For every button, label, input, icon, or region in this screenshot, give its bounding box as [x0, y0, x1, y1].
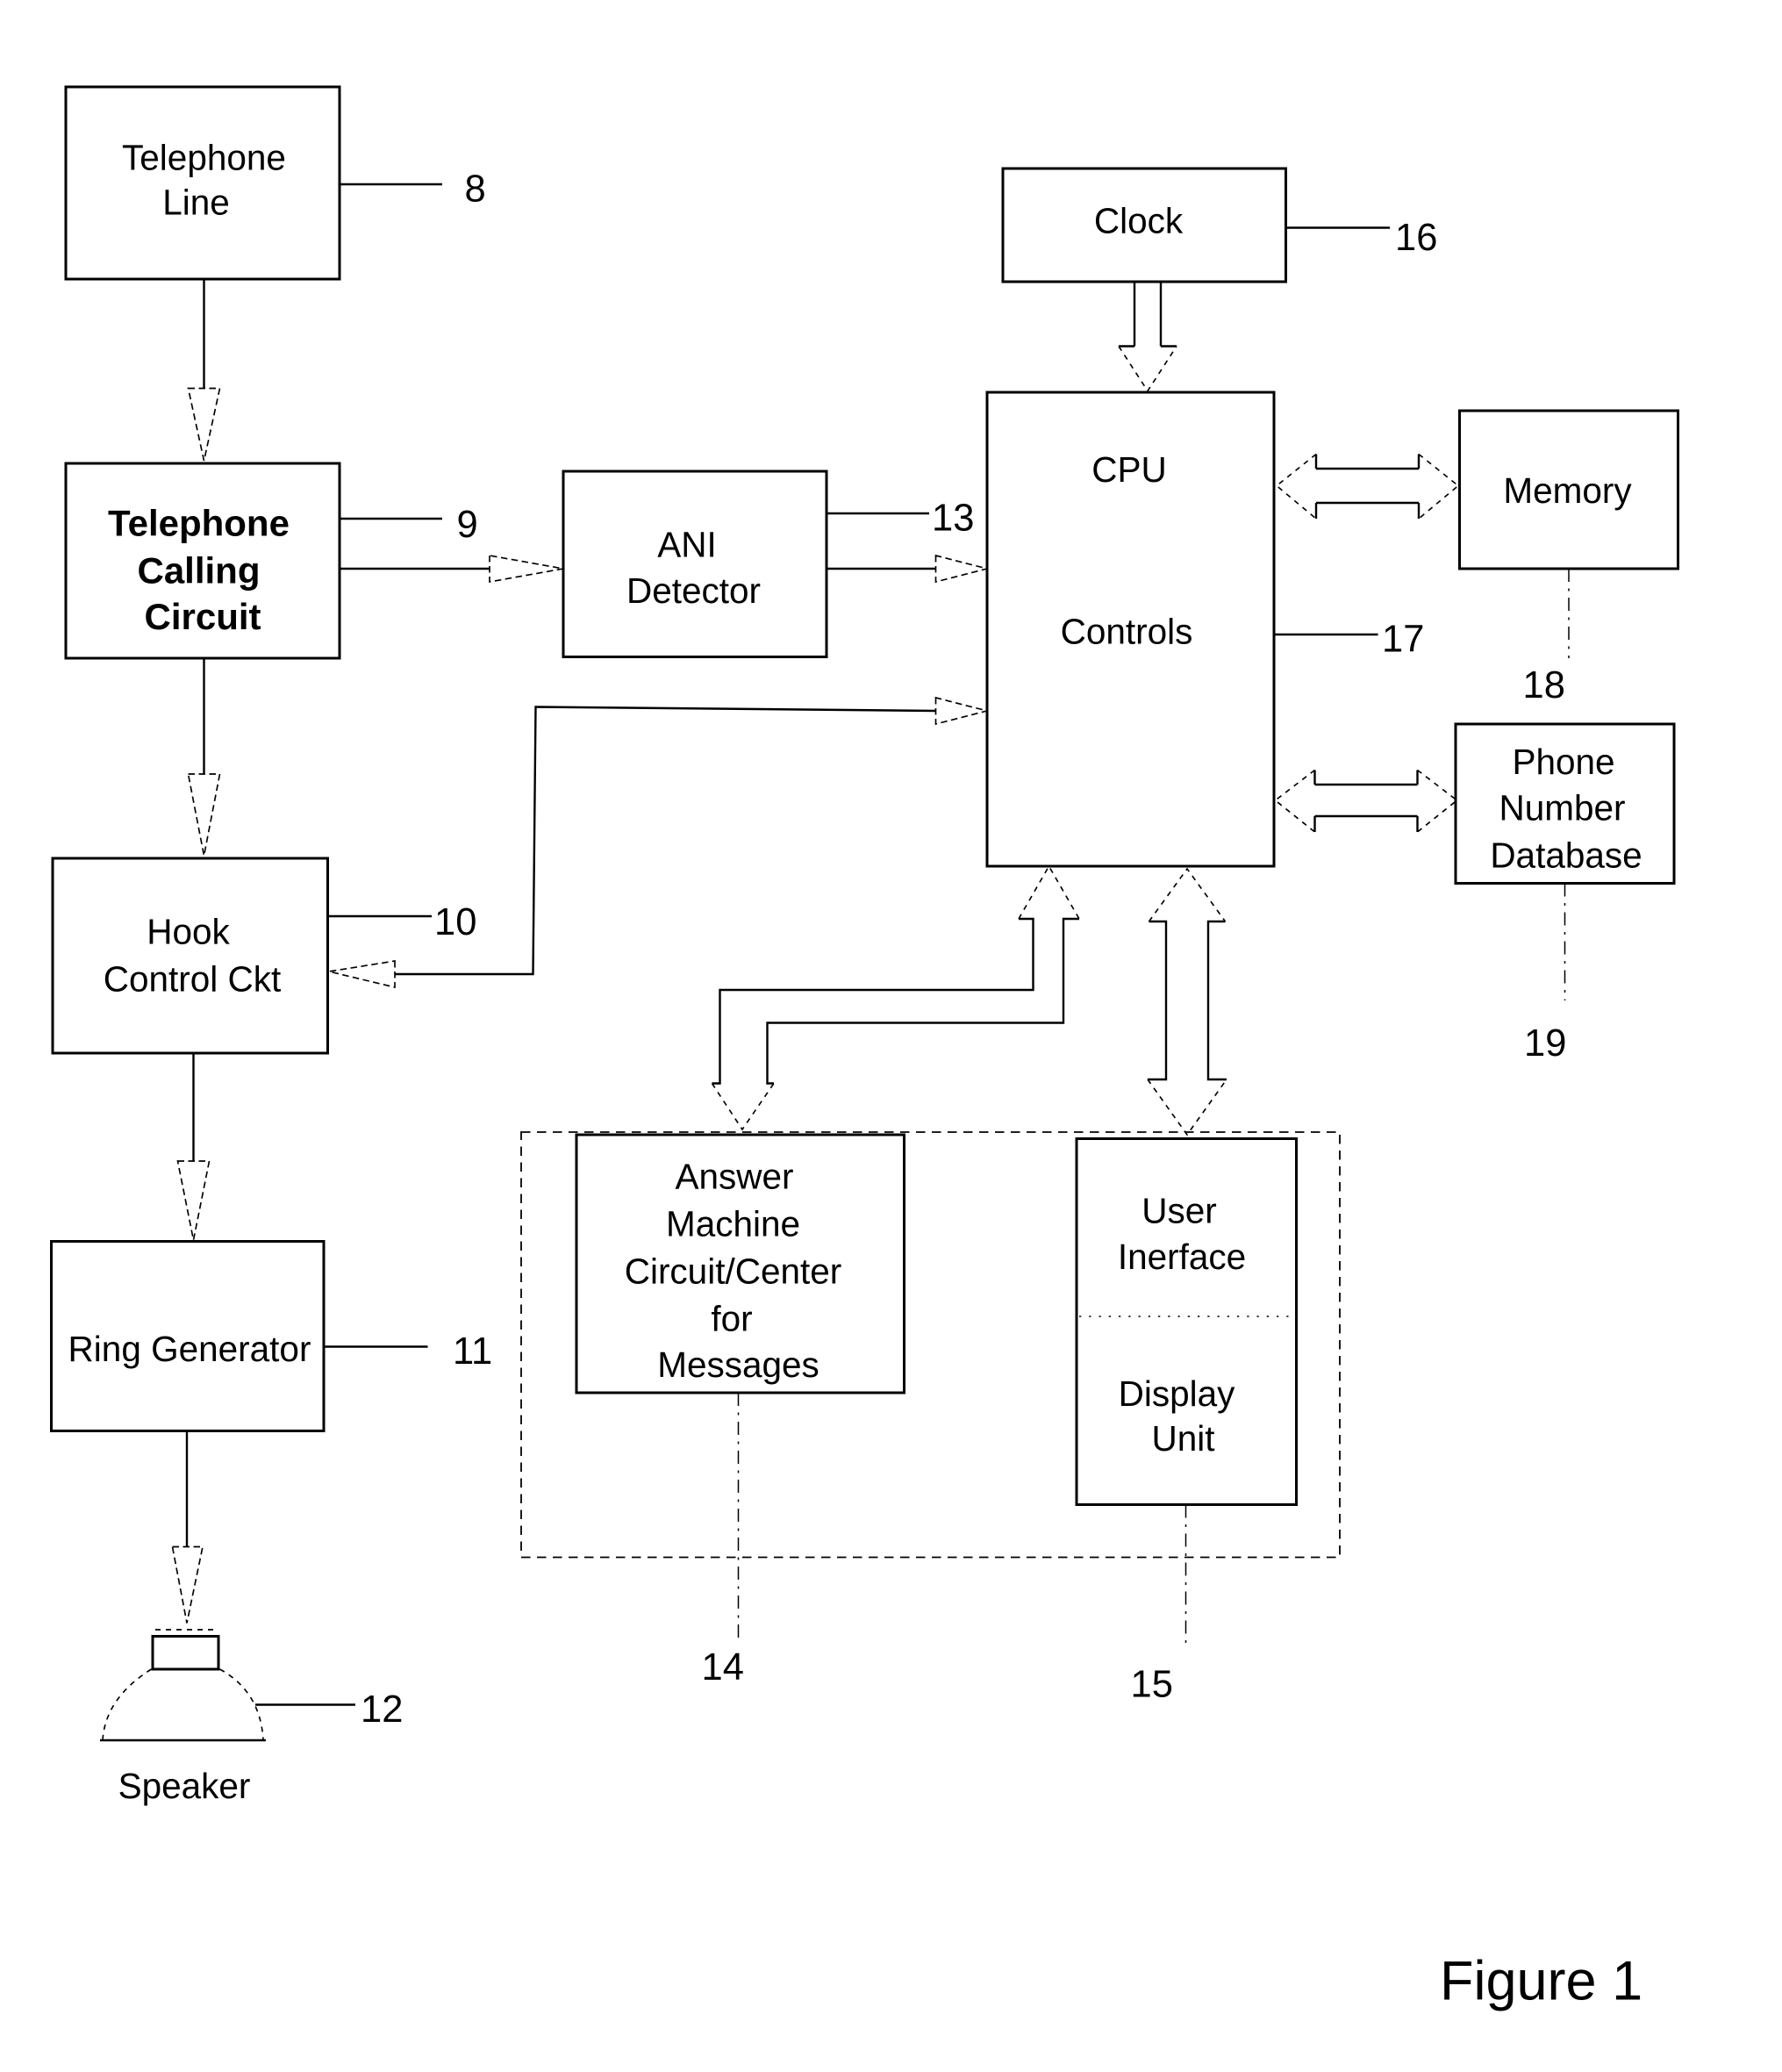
display-unit-label-2: Unit [1151, 1418, 1214, 1459]
cpu-label-2: Controls [1061, 612, 1193, 652]
arrowhead-down-icon [176, 1160, 211, 1241]
block-clock: Clock [1001, 167, 1287, 283]
hook-label-2: Control Ckt [104, 959, 282, 1000]
memory-label: Memory [1503, 470, 1632, 511]
arrowhead-right-icon [934, 554, 988, 584]
calling-circuit-label-1: Telephone [108, 503, 290, 544]
answer-machine-label-5: Messages [657, 1344, 819, 1385]
database-label-3: Database [1490, 835, 1642, 876]
ref-number-12: 12 [361, 1688, 403, 1731]
arrowhead-down-icon [171, 1545, 204, 1624]
telephone-line-label-1: Telephone [122, 138, 286, 178]
bus-arrow-cpu-database [1274, 769, 1458, 833]
ref-number-14: 14 [702, 1646, 744, 1688]
bus-arrow-clock-cpu [1118, 282, 1177, 393]
ref-number-19: 19 [1524, 1022, 1566, 1065]
block-memory: Memory [1458, 409, 1679, 570]
ref-number-8: 8 [465, 168, 486, 211]
ani-label-2: Detector [626, 570, 761, 611]
calling-circuit-label-3: Circuit [144, 596, 261, 637]
bus-arrow-cpu-user-interface [1147, 867, 1227, 1136]
bus-arrow-cpu-memory [1275, 453, 1460, 520]
speaker-icon [100, 1629, 266, 1742]
hook-label-1: Hook [147, 912, 230, 952]
arrowhead-down-icon [187, 773, 221, 857]
database-label-2: Number [1499, 788, 1625, 828]
ring-generator-label: Ring Generator [68, 1329, 311, 1369]
cpu-label-1: CPU [1091, 449, 1167, 490]
answer-machine-label-3: Circuit/Center [625, 1251, 842, 1292]
block-cpu: CPU Controls [985, 391, 1276, 868]
block-hook-control: Hook Control Ckt [51, 857, 329, 1055]
speaker-label: Speaker [118, 1766, 251, 1806]
arrowhead-right-icon [489, 555, 564, 583]
block-ring-generator: Ring Generator [50, 1240, 326, 1432]
answer-machine-label-1: Answer [675, 1157, 793, 1197]
ref-number-15: 15 [1131, 1664, 1173, 1706]
clock-label: Clock [1094, 201, 1184, 241]
answer-machine-label-2: Machine [666, 1204, 800, 1244]
calling-circuit-label-2: Calling [137, 550, 260, 591]
display-unit-label-1: Display [1119, 1373, 1236, 1414]
figure-label: Figure 1 [1440, 1951, 1642, 2012]
database-label-1: Phone [1512, 742, 1614, 782]
ani-label-1: ANI [657, 525, 717, 565]
answer-machine-label-4: for [711, 1299, 752, 1339]
arrowhead-left-icon [328, 960, 396, 989]
block-diagram: Telephone Line 8 Telephone Calling Circu… [50, 85, 1679, 2012]
ref-number-10: 10 [434, 901, 476, 943]
user-interface-label-2: Inerface [1118, 1237, 1246, 1277]
ref-number-18: 18 [1523, 664, 1565, 706]
block-telephone-line: Telephone Line [64, 85, 341, 281]
ref-number-11: 11 [453, 1330, 492, 1373]
arrowhead-down-icon [187, 387, 221, 462]
ref-number-17: 17 [1382, 619, 1424, 661]
block-telephone-calling-circuit: Telephone Calling Circuit [64, 462, 341, 660]
ref-number-16: 16 [1395, 217, 1437, 259]
arrowhead-right-icon [934, 696, 988, 726]
block-answer-machine: Answer Machine Circuit/Center for Messag… [575, 1133, 905, 1394]
telephone-line-label-2: Line [162, 183, 230, 223]
ref-number-9: 9 [457, 504, 478, 546]
block-phone-number-database: Phone Number Database [1454, 722, 1676, 885]
user-interface-label-1: User [1141, 1191, 1217, 1231]
block-user-interface-display: User Inerface Display Unit [1075, 1137, 1298, 1506]
bus-arrow-cpu-answer-machine [711, 864, 1080, 1131]
ref-number-13: 13 [932, 498, 974, 540]
block-ani-detector: ANI Detector [562, 470, 828, 658]
